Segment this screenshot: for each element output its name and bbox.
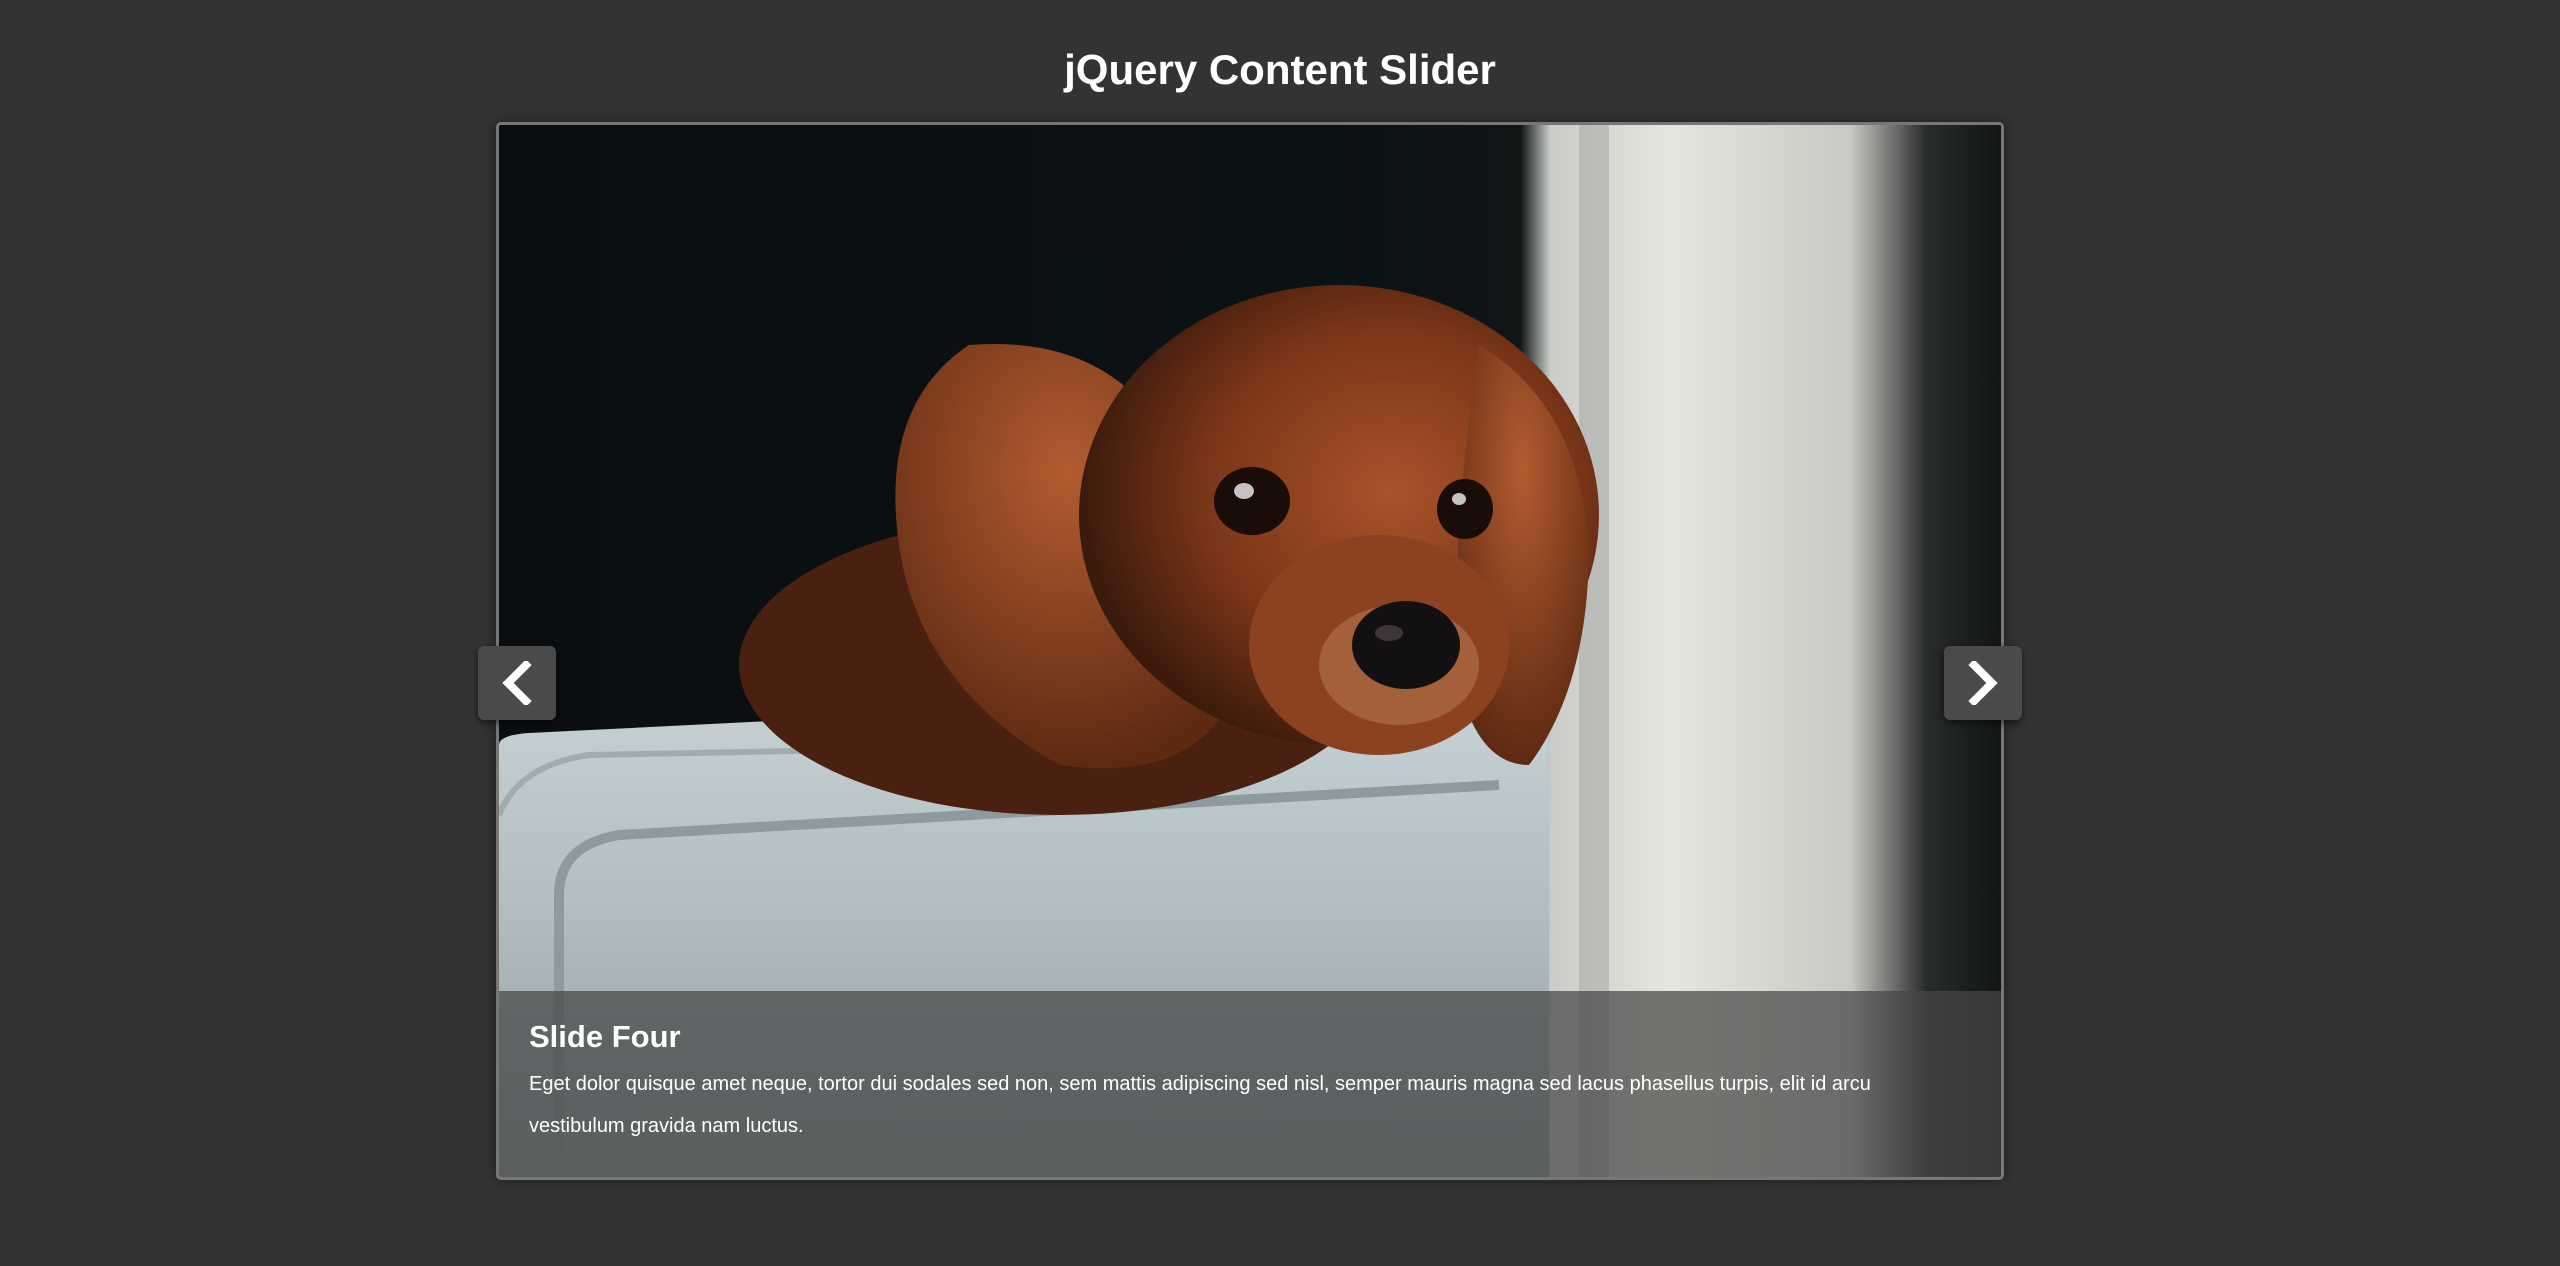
slide-title: Slide Four — [529, 1019, 681, 1054]
chevron-right-icon — [1968, 661, 1998, 705]
chevron-left-icon — [502, 661, 532, 705]
slide-description: Eget dolor quisque amet neque, tortor du… — [529, 1073, 1871, 1137]
previous-slide-button[interactable] — [478, 646, 556, 720]
page-title: jQuery Content Slider — [1064, 46, 1496, 93]
content-slider: Slide Four Eget dolor quisque amet neque… — [496, 122, 2004, 1180]
slide-caption: Slide Four Eget dolor quisque amet neque… — [499, 991, 2001, 1177]
next-slide-button[interactable] — [1944, 646, 2022, 720]
page: jQuery Content Slider Slide Four Eget do… — [0, 0, 2560, 1266]
